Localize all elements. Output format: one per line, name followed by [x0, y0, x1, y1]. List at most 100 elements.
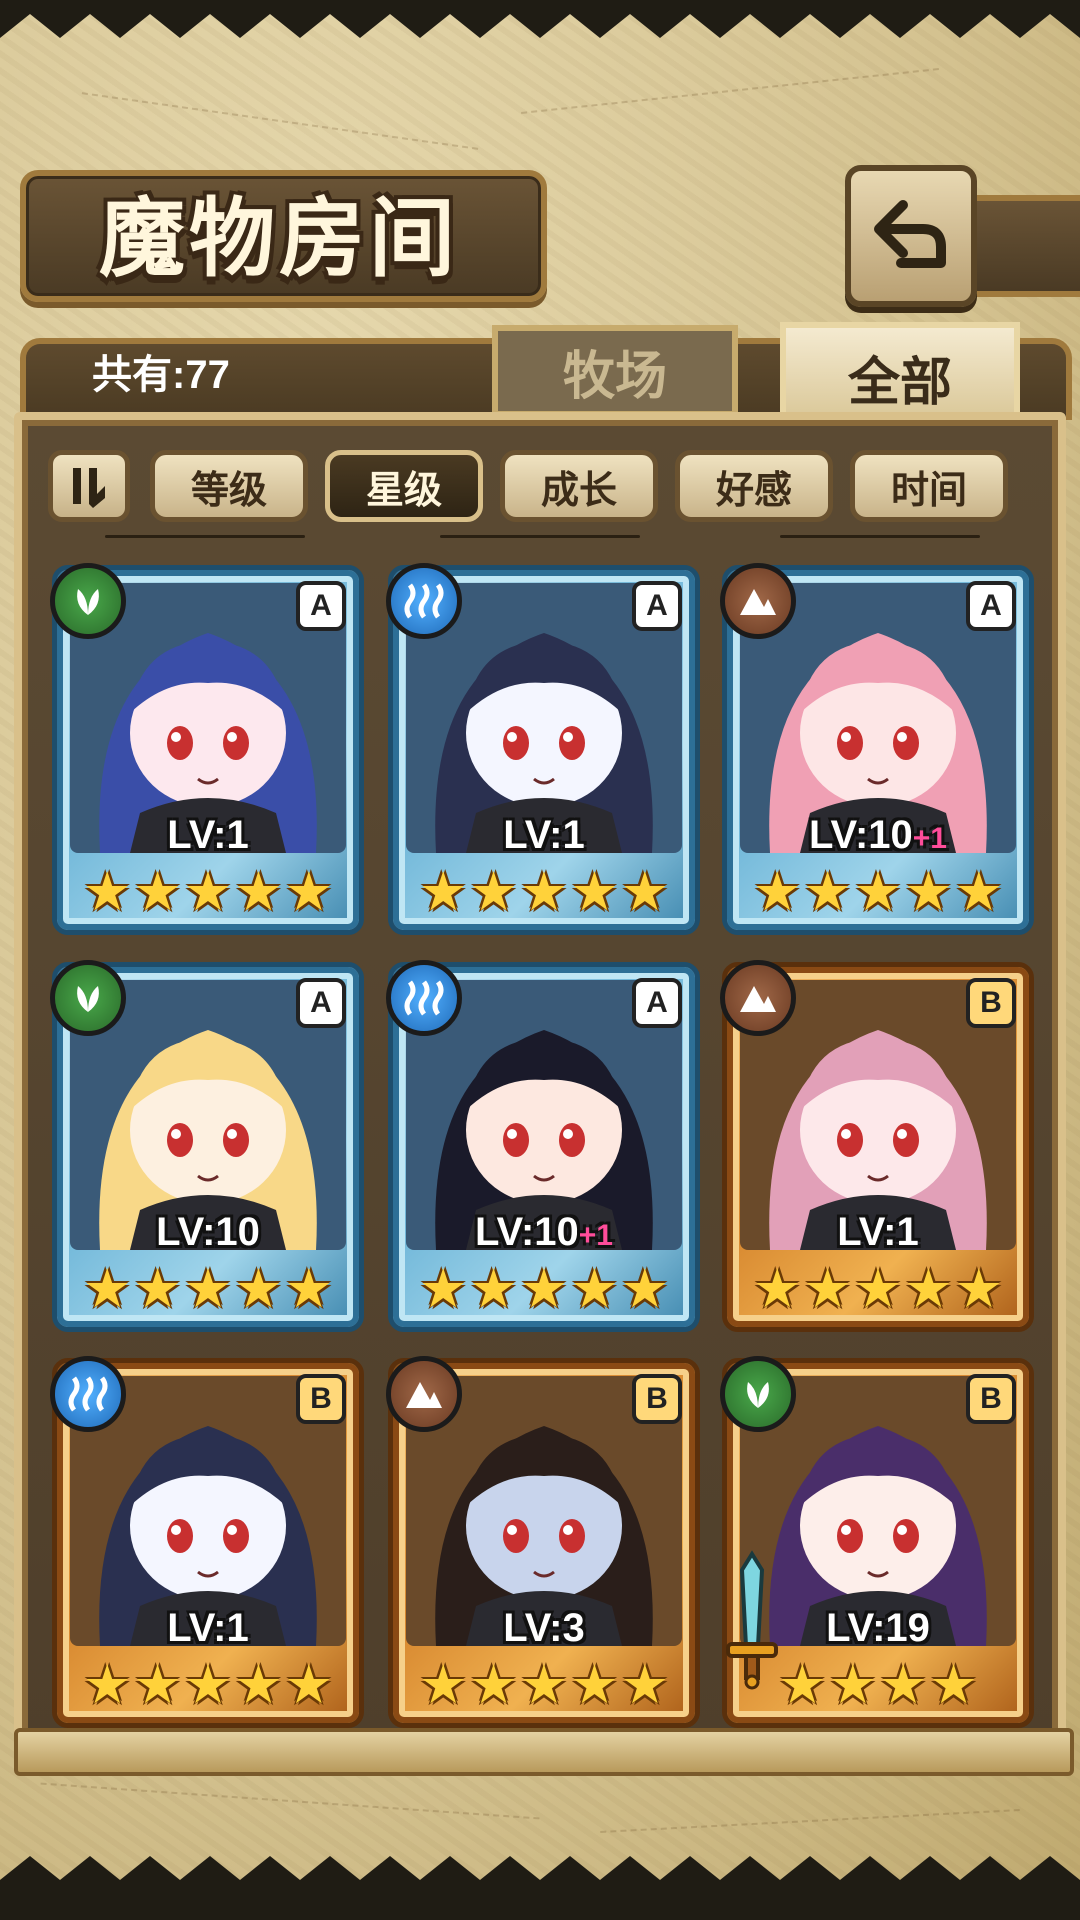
- star-icon: ★: [183, 1653, 233, 1716]
- rank-badge: B: [966, 978, 1016, 1028]
- water-icon: [386, 563, 462, 639]
- level-label: LV:1: [52, 813, 364, 858]
- rank-badge: A: [632, 978, 682, 1028]
- monster-card[interactable]: A LV:1 ★ ★ ★ ★ ★: [386, 563, 700, 935]
- star-icon: ★: [620, 1653, 670, 1716]
- star-icon: ★: [418, 1257, 468, 1320]
- star-icon: ★: [183, 860, 233, 923]
- divider: [780, 535, 980, 538]
- leaf-icon: [50, 960, 126, 1036]
- sort-by-affection-button[interactable]: 好感: [675, 450, 833, 522]
- star-icon: ★: [752, 860, 802, 923]
- star-icon: ★: [904, 1257, 953, 1320]
- page-title: 魔物房间: [99, 187, 459, 289]
- star-icon: ★: [954, 1257, 1004, 1320]
- star-icon: ★: [803, 1257, 852, 1320]
- rank-badge: A: [966, 581, 1016, 631]
- monster-card[interactable]: B LV:3 ★ ★ ★ ★ ★: [386, 1356, 700, 1728]
- star-rating: ★ ★ ★ ★: [772, 1656, 984, 1714]
- star-icon: ★: [469, 1257, 518, 1320]
- level-label: LV:10+1: [388, 1210, 700, 1255]
- level-value: LV:1: [503, 813, 585, 857]
- star-icon: ★: [234, 860, 283, 923]
- star-icon: ★: [519, 1257, 569, 1320]
- monster-card[interactable]: A LV:1 ★ ★ ★ ★ ★: [50, 563, 364, 935]
- earth-icon: [720, 960, 796, 1036]
- divider: [105, 535, 305, 538]
- star-icon: ★: [570, 860, 619, 923]
- water-icon: [50, 1356, 126, 1432]
- star-rating: ★ ★ ★ ★ ★: [83, 1257, 333, 1320]
- star-icon: ★: [620, 860, 670, 923]
- return-arrow-icon: [874, 200, 946, 268]
- star-icon: ★: [133, 860, 182, 923]
- star-icon: ★: [904, 860, 953, 923]
- star-icon: ★: [828, 1653, 877, 1716]
- monster-card[interactable]: B LV:1 ★ ★ ★ ★ ★: [50, 1356, 364, 1728]
- star-icon: ★: [284, 1653, 334, 1716]
- level-label: LV:1: [52, 1606, 364, 1651]
- star-icon: ★: [778, 1653, 827, 1716]
- star-icon: ★: [469, 860, 518, 923]
- star-icon: ★: [234, 1653, 283, 1716]
- star-icon: ★: [570, 1653, 619, 1716]
- star-rating: ★ ★ ★ ★ ★: [753, 1257, 1003, 1320]
- star-icon: ★: [570, 1257, 619, 1320]
- sword-equipment-icon: [726, 1550, 778, 1690]
- leaf-icon: [720, 1356, 796, 1432]
- star-icon: ★: [519, 860, 569, 923]
- back-tab-extension: [960, 195, 1080, 297]
- back-button[interactable]: [845, 165, 977, 307]
- level-value: LV:10: [475, 1210, 579, 1254]
- star-icon: ★: [620, 1257, 670, 1320]
- star-icon: ★: [133, 1653, 182, 1716]
- sort-by-level-button[interactable]: 等级: [150, 450, 308, 522]
- star-icon: ★: [133, 1257, 182, 1320]
- level-value: LV:1: [167, 1606, 249, 1650]
- star-icon: ★: [853, 1257, 903, 1320]
- panel-bottom-bar: [14, 1728, 1074, 1776]
- star-rating: ★ ★ ★ ★ ★: [419, 860, 669, 923]
- sort-order-toggle[interactable]: [48, 450, 130, 522]
- star-icon: ★: [284, 860, 334, 923]
- star-rating: ★ ★ ★ ★ ★: [83, 1653, 333, 1716]
- star-icon: ★: [418, 1653, 468, 1716]
- tab-ranch[interactable]: 牧场: [492, 325, 738, 417]
- monster-count: 共有:77: [92, 353, 230, 397]
- star-icon: ★: [82, 860, 132, 923]
- sort-by-growth-button[interactable]: 成长: [500, 450, 658, 522]
- level-value: LV:10: [809, 813, 913, 857]
- star-icon: ★: [929, 1653, 978, 1716]
- level-value: LV:1: [837, 1210, 919, 1254]
- monster-card[interactable]: A LV:10+1 ★ ★ ★ ★ ★: [720, 563, 1034, 935]
- sort-by-stars-button[interactable]: 星级: [325, 450, 483, 522]
- star-icon: ★: [954, 860, 1004, 923]
- level-value: LV:1: [167, 813, 249, 857]
- sort-direction-icon: [73, 468, 105, 508]
- level-label: LV:1: [388, 813, 700, 858]
- level-label: LV:10+1: [722, 813, 1034, 858]
- earth-icon: [386, 1356, 462, 1432]
- star-icon: ★: [519, 1653, 569, 1716]
- monster-card[interactable]: A LV:10 ★ ★ ★ ★ ★: [50, 960, 364, 1332]
- star-icon: ★: [879, 1653, 928, 1716]
- sort-by-time-button[interactable]: 时间: [850, 450, 1008, 522]
- level-bonus: +1: [912, 822, 947, 855]
- star-rating: ★ ★ ★ ★ ★: [419, 1257, 669, 1320]
- star-icon: ★: [803, 860, 852, 923]
- rank-badge: B: [966, 1374, 1016, 1424]
- torn-edge-bottom: [0, 1856, 1080, 1920]
- star-icon: ★: [82, 1257, 132, 1320]
- rank-badge: B: [632, 1374, 682, 1424]
- rank-badge: A: [296, 978, 346, 1028]
- star-rating: ★ ★ ★ ★ ★: [83, 860, 333, 923]
- star-icon: ★: [752, 1257, 802, 1320]
- water-icon: [386, 960, 462, 1036]
- monster-card[interactable]: B LV:1 ★ ★ ★ ★ ★: [720, 960, 1034, 1332]
- rank-badge: A: [296, 581, 346, 631]
- rank-badge: B: [296, 1374, 346, 1424]
- monster-card[interactable]: A LV:10+1 ★ ★ ★ ★ ★: [386, 960, 700, 1332]
- star-icon: ★: [284, 1257, 334, 1320]
- level-label: LV:1: [722, 1210, 1034, 1255]
- divider: [440, 535, 640, 538]
